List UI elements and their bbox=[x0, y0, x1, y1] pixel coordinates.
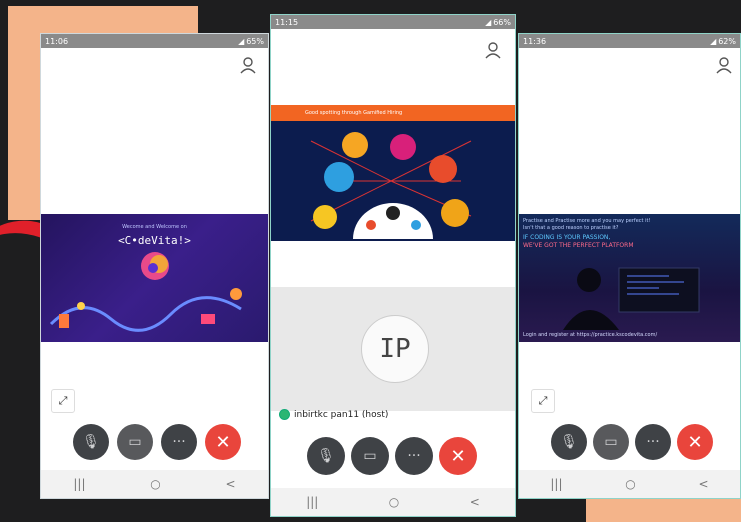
expand-icon[interactable]: ⤢ bbox=[51, 389, 75, 413]
status-dot-icon bbox=[279, 409, 290, 420]
mute-button[interactable]: 🎙 bbox=[551, 424, 587, 460]
battery-level: 66% bbox=[493, 17, 511, 27]
signal-icon: ◢ bbox=[238, 36, 245, 46]
mic-off-icon: 🎙 bbox=[317, 448, 335, 464]
participant-tile: IP bbox=[271, 287, 515, 411]
end-call-button[interactable]: ✕ bbox=[439, 437, 477, 475]
more-button[interactable]: ··· bbox=[395, 437, 433, 475]
phone-screen-center: 11:15 ◢ 66% Good spotting through Gamifie… bbox=[270, 14, 516, 517]
android-nav-bar: ||| ○ < bbox=[519, 470, 740, 498]
video-off-icon: ▭ bbox=[128, 434, 142, 450]
more-button[interactable]: ··· bbox=[635, 424, 671, 460]
close-icon: ✕ bbox=[450, 445, 466, 467]
more-icon: ··· bbox=[646, 434, 660, 450]
recent-apps-button[interactable]: ||| bbox=[550, 477, 562, 491]
close-icon: ✕ bbox=[687, 431, 703, 453]
more-icon: ··· bbox=[407, 448, 421, 464]
home-button[interactable]: ○ bbox=[625, 477, 635, 491]
mute-button[interactable]: 🎙 bbox=[307, 437, 345, 475]
shared-screen-banner: Good spotting through Gamified Hiring bbox=[271, 105, 515, 241]
android-nav-bar: ||| ○ < bbox=[271, 488, 515, 516]
mic-off-icon: 🎙 bbox=[560, 434, 578, 450]
video-button[interactable]: ▭ bbox=[117, 424, 153, 460]
banner-header-text: Good spotting through Gamified Hiring bbox=[305, 110, 403, 116]
back-button[interactable]: < bbox=[470, 495, 480, 509]
coder-silhouette-artwork bbox=[563, 267, 700, 330]
avatar: IP bbox=[361, 315, 429, 383]
participant-label: inbirtkc pan11 (host) bbox=[279, 409, 388, 420]
mute-button[interactable]: 🎙 bbox=[73, 424, 109, 460]
video-button[interactable]: ▭ bbox=[593, 424, 629, 460]
status-time: 11:36 bbox=[523, 36, 547, 46]
participants-icon[interactable] bbox=[240, 56, 256, 74]
home-button[interactable]: ○ bbox=[389, 495, 399, 509]
banner-footer: Login and register at https://practice.k… bbox=[523, 332, 658, 338]
shared-screen-banner: Wecome and Welcome on <C•deVita!> bbox=[41, 214, 268, 342]
status-bar: 11:36 ◢ 62% bbox=[519, 34, 740, 48]
end-call-button[interactable]: ✕ bbox=[205, 424, 241, 460]
end-call-button[interactable]: ✕ bbox=[677, 424, 713, 460]
video-off-icon: ▭ bbox=[363, 448, 377, 464]
status-time: 11:06 bbox=[45, 36, 69, 46]
recent-apps-button[interactable]: ||| bbox=[73, 477, 85, 491]
signal-icon: ◢ bbox=[485, 17, 492, 27]
status-bar: 11:06 ◢ 65% bbox=[41, 34, 268, 48]
banner-line-3: IF CODING IS YOUR PASSION, bbox=[523, 234, 611, 241]
banner-line-4: WE'VE GOT THE PERFECT PLATFORM bbox=[523, 242, 634, 249]
participant-name: inbirtkc pan11 (host) bbox=[294, 409, 389, 420]
phone-screen-left: 11:06 ◢ 65% Wecome and Welcome on <C•deVi… bbox=[40, 33, 269, 499]
phone-screen-right: 11:36 ◢ 62% Practise and Practise more an… bbox=[518, 33, 741, 499]
battery-level: 62% bbox=[718, 36, 736, 46]
video-off-icon: ▭ bbox=[604, 434, 618, 450]
mic-off-icon: 🎙 bbox=[82, 434, 100, 450]
expand-icon[interactable]: ⤢ bbox=[531, 389, 555, 413]
gamified-hiring-artwork bbox=[310, 132, 472, 239]
participants-icon[interactable] bbox=[485, 41, 501, 59]
shared-screen-banner: Practise and Practise more and you may p… bbox=[519, 214, 740, 342]
signal-icon: ◢ bbox=[710, 36, 717, 46]
back-button[interactable]: < bbox=[226, 477, 236, 491]
home-button[interactable]: ○ bbox=[150, 477, 160, 491]
android-nav-bar: ||| ○ < bbox=[41, 470, 268, 498]
video-button[interactable]: ▭ bbox=[351, 437, 389, 475]
back-button[interactable]: < bbox=[699, 477, 709, 491]
banner-line-2: Isn't that a good reason to practise it? bbox=[523, 225, 619, 231]
battery-level: 65% bbox=[246, 36, 264, 46]
status-bar: 11:15 ◢ 66% bbox=[271, 15, 515, 29]
banner-header: Good spotting through Gamified Hiring bbox=[271, 105, 515, 121]
more-button[interactable]: ··· bbox=[161, 424, 197, 460]
status-time: 11:15 bbox=[275, 17, 299, 27]
banner-line-1: Practise and Practise more and you may p… bbox=[523, 218, 651, 224]
close-icon: ✕ bbox=[215, 431, 231, 453]
more-icon: ··· bbox=[172, 434, 186, 450]
participants-icon[interactable] bbox=[716, 56, 732, 74]
codevita-artwork bbox=[49, 252, 242, 332]
recent-apps-button[interactable]: ||| bbox=[306, 495, 318, 509]
